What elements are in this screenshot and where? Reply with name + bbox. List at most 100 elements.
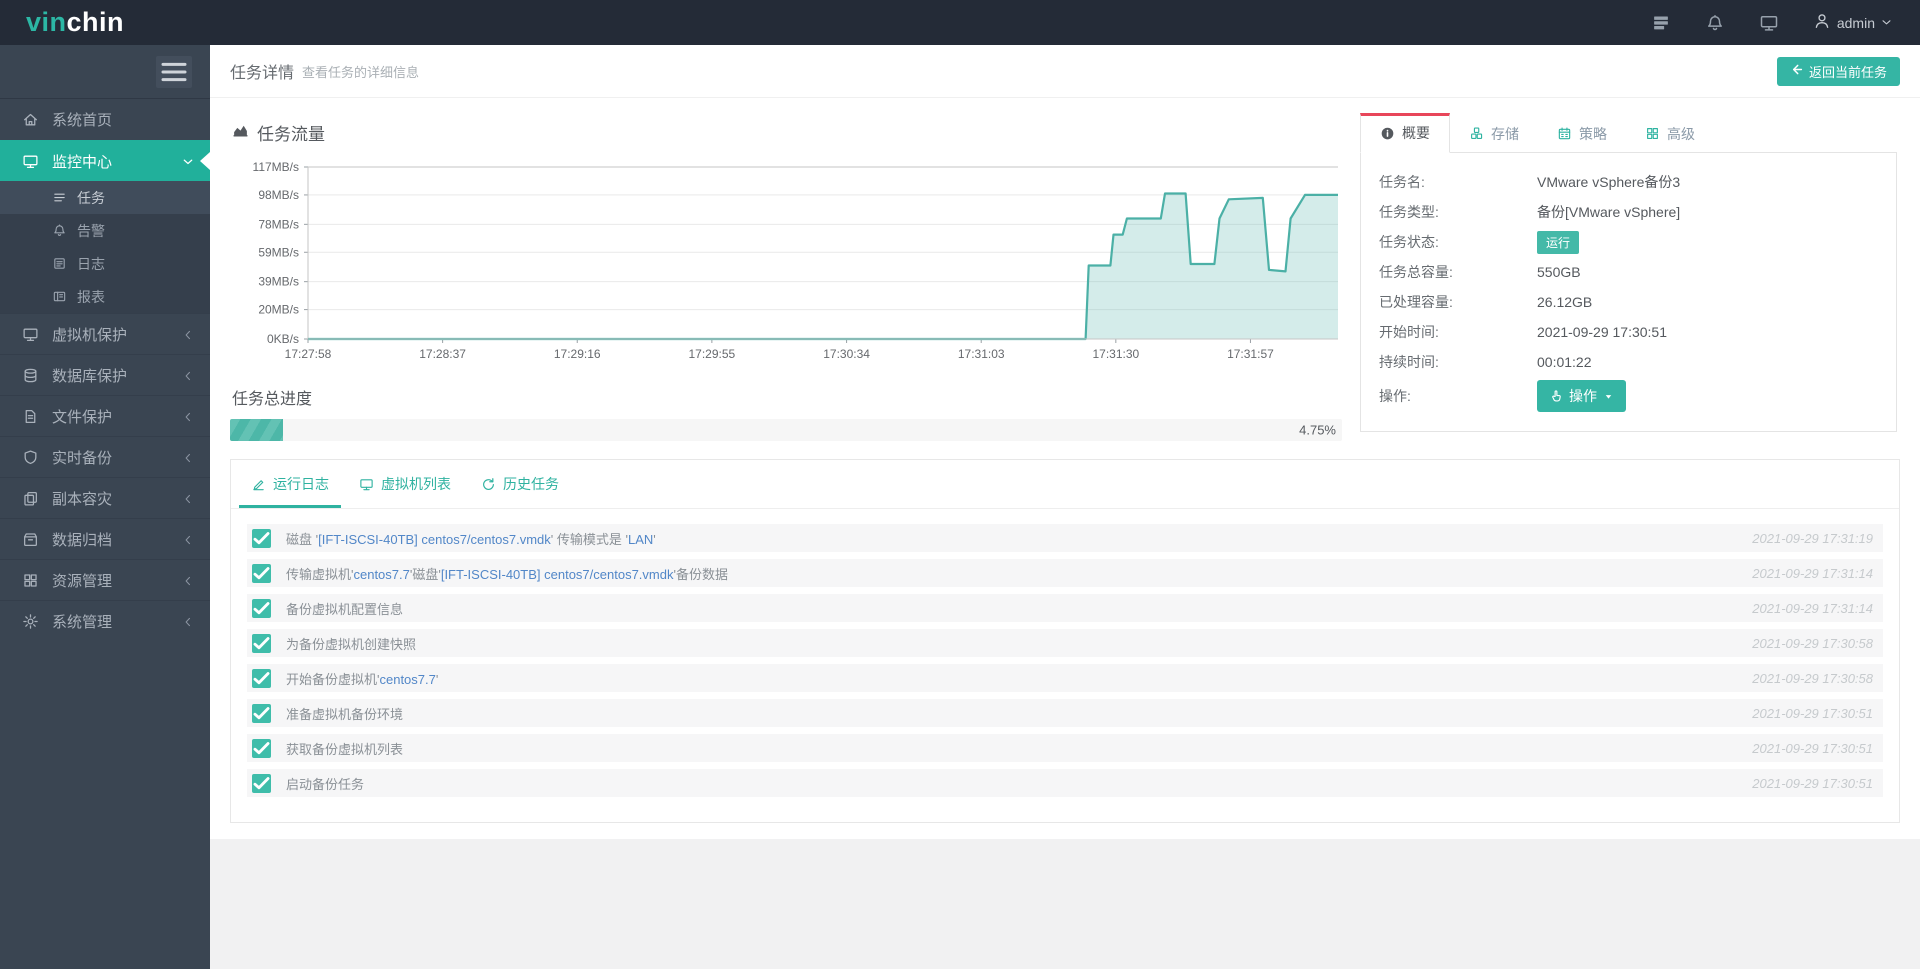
log-row-4: 开始备份虚拟机'centos7.7' 2021-09-29 17:30:58 [247, 664, 1883, 692]
log-timestamp: 2021-09-29 17:30:51 [1752, 775, 1873, 791]
log-checkbox[interactable] [252, 773, 271, 793]
hand-pointer-icon [1549, 389, 1563, 403]
log-timestamp: 2021-09-29 17:30:58 [1752, 670, 1873, 686]
info-row-0: 任务名: VMware vSphere备份3 [1379, 167, 1878, 197]
log-row-2: 备份虚拟机配置信息 2021-09-29 17:31:14 [247, 594, 1883, 622]
log-checkbox[interactable] [252, 598, 271, 618]
sidebar-item-label: 系统首页 [52, 112, 113, 129]
log-card: 运行日志 虚拟机列表 历史任务 磁盘 '[IFT-ISCSI-40TB] cento… [230, 459, 1900, 823]
submenu-item-3[interactable]: 报表 [0, 280, 210, 313]
log-checkbox[interactable] [252, 633, 271, 653]
svg-text:17:27:58: 17:27:58 [285, 347, 332, 361]
log-message: 传输虚拟机'centos7.7'磁盘'[IFT-ISCSI-40TB] cent… [286, 564, 728, 583]
server-stack-icon[interactable] [1651, 13, 1671, 33]
log-text-segment: 备份虚拟机配置信息 [286, 601, 404, 617]
doc-icon [52, 256, 67, 271]
svg-text:17:29:16: 17:29:16 [554, 347, 601, 361]
info-row-7: 操作: 操作 [1379, 377, 1878, 415]
info-tab-0[interactable]: 概要 [1360, 113, 1450, 153]
svg-text:17:31:57: 17:31:57 [1227, 347, 1274, 361]
report-icon [52, 289, 67, 304]
info-tab-3[interactable]: 高级 [1626, 113, 1714, 153]
log-list: 磁盘 '[IFT-ISCSI-40TB] centos7/centos7.vmd… [231, 509, 1899, 822]
info-value: 26.12GB [1537, 294, 1593, 310]
sidebar-item-label: 文件保护 [52, 408, 113, 426]
box-icon [22, 531, 39, 548]
logo-prefix: vin [26, 7, 67, 37]
menu-toggle-button[interactable] [156, 55, 192, 88]
info-label: 已处理容量: [1379, 294, 1453, 310]
page-title: 任务详情 [230, 65, 295, 82]
sidebar-item-0[interactable]: 系统首页 [0, 99, 210, 140]
sidebar-item-8[interactable]: 资源管理 [0, 559, 210, 600]
info-tab-2[interactable]: 策略 [1538, 113, 1626, 153]
log-link[interactable]: [IFT-ISCSI-40TB] centos7/centos7.vmdk [441, 567, 674, 582]
log-link[interactable]: LAN [628, 532, 653, 547]
grid-icon [22, 572, 39, 589]
sidebar-item-3[interactable]: 数据库保护 [0, 354, 210, 395]
submenu-item-0[interactable]: 任务 [0, 181, 210, 214]
sidebar-item-4[interactable]: 文件保护 [0, 395, 210, 436]
log-row-6: 获取备份虚拟机列表 2021-09-29 17:30:51 [247, 734, 1883, 762]
status-badge: 运行 [1537, 230, 1580, 254]
shield-icon [22, 449, 39, 466]
info-label: 任务状态: [1379, 234, 1439, 250]
log-link[interactable]: [IFT-ISCSI-40TB] centos7/centos7.vmdk [318, 532, 551, 547]
info-tab-label: 策略 [1579, 125, 1607, 142]
info-icon [1380, 126, 1395, 141]
log-timestamp: 2021-09-29 17:31:14 [1752, 600, 1873, 616]
sidebar-item-9[interactable]: 系统管理 [0, 600, 210, 641]
log-text-segment: 传输虚拟机' [286, 566, 354, 582]
caret-down-icon [1603, 391, 1614, 402]
info-row-2: 任务状态: 运行 [1379, 227, 1878, 257]
log-row-1: 传输虚拟机'centos7.7'磁盘'[IFT-ISCSI-40TB] cent… [247, 559, 1883, 587]
chevron-left-icon [182, 410, 194, 422]
operation-button[interactable]: 操作 [1537, 380, 1626, 412]
submenu-item-1[interactable]: 告警 [0, 214, 210, 247]
log-link[interactable]: centos7.7 [379, 672, 435, 687]
sidebar-item-label: 数据归档 [52, 531, 113, 549]
svg-text:59MB/s: 59MB/s [258, 245, 299, 259]
sidebar-item-6[interactable]: 副本容灾 [0, 477, 210, 518]
bell-icon[interactable] [1705, 13, 1725, 33]
progress-fill [230, 419, 283, 441]
sidebar-item-1[interactable]: 监控中心 [0, 140, 210, 181]
sidebar-item-5[interactable]: 实时备份 [0, 436, 210, 477]
svg-text:98MB/s: 98MB/s [258, 188, 299, 202]
svg-text:78MB/s: 78MB/s [258, 217, 299, 231]
page-subtitle: 查看任务的详细信息 [302, 64, 420, 80]
log-tab-1[interactable]: 虚拟机列表 [347, 460, 463, 508]
info-tab-1[interactable]: 存储 [1450, 113, 1538, 153]
topbar: vinchin admin [0, 0, 1920, 45]
list-icon [52, 190, 67, 205]
sidebar-item-7[interactable]: 数据归档 [0, 518, 210, 559]
submenu-item-2[interactable]: 日志 [0, 247, 210, 280]
info-label: 操作: [1379, 388, 1411, 404]
sidebar-item-label: 系统管理 [52, 613, 113, 631]
log-checkbox[interactable] [252, 738, 271, 758]
log-text-segment: ' [653, 531, 656, 547]
info-tab-label: 概要 [1402, 125, 1430, 141]
log-checkbox[interactable] [252, 703, 271, 723]
chevron-down-icon [1881, 17, 1892, 28]
area-chart-icon [232, 122, 249, 144]
log-checkbox[interactable] [252, 668, 271, 688]
svg-text:17:31:03: 17:31:03 [958, 347, 1005, 361]
log-checkbox[interactable] [252, 563, 271, 583]
log-link[interactable]: centos7.7 [353, 567, 409, 582]
user-menu[interactable]: admin [1813, 12, 1892, 33]
log-row-5: 准备虚拟机备份环境 2021-09-29 17:30:51 [247, 699, 1883, 727]
traffic-title: 任务流量 [257, 125, 325, 144]
monitor-icon[interactable] [1759, 13, 1779, 33]
log-tab-2[interactable]: 历史任务 [469, 460, 571, 508]
log-timestamp: 2021-09-29 17:30:51 [1752, 740, 1873, 756]
log-timestamp: 2021-09-29 17:31:14 [1752, 565, 1873, 581]
arrow-left-icon [1790, 63, 1803, 79]
chevron-left-icon [182, 492, 194, 504]
sidebar-item-2[interactable]: 虚拟机保护 [0, 313, 210, 354]
info-label: 任务名: [1379, 174, 1425, 190]
history-icon [481, 477, 496, 492]
log-checkbox[interactable] [252, 528, 271, 548]
back-to-current-task-button[interactable]: 返回当前任务 [1776, 56, 1900, 86]
log-tab-0[interactable]: 运行日志 [239, 460, 341, 508]
